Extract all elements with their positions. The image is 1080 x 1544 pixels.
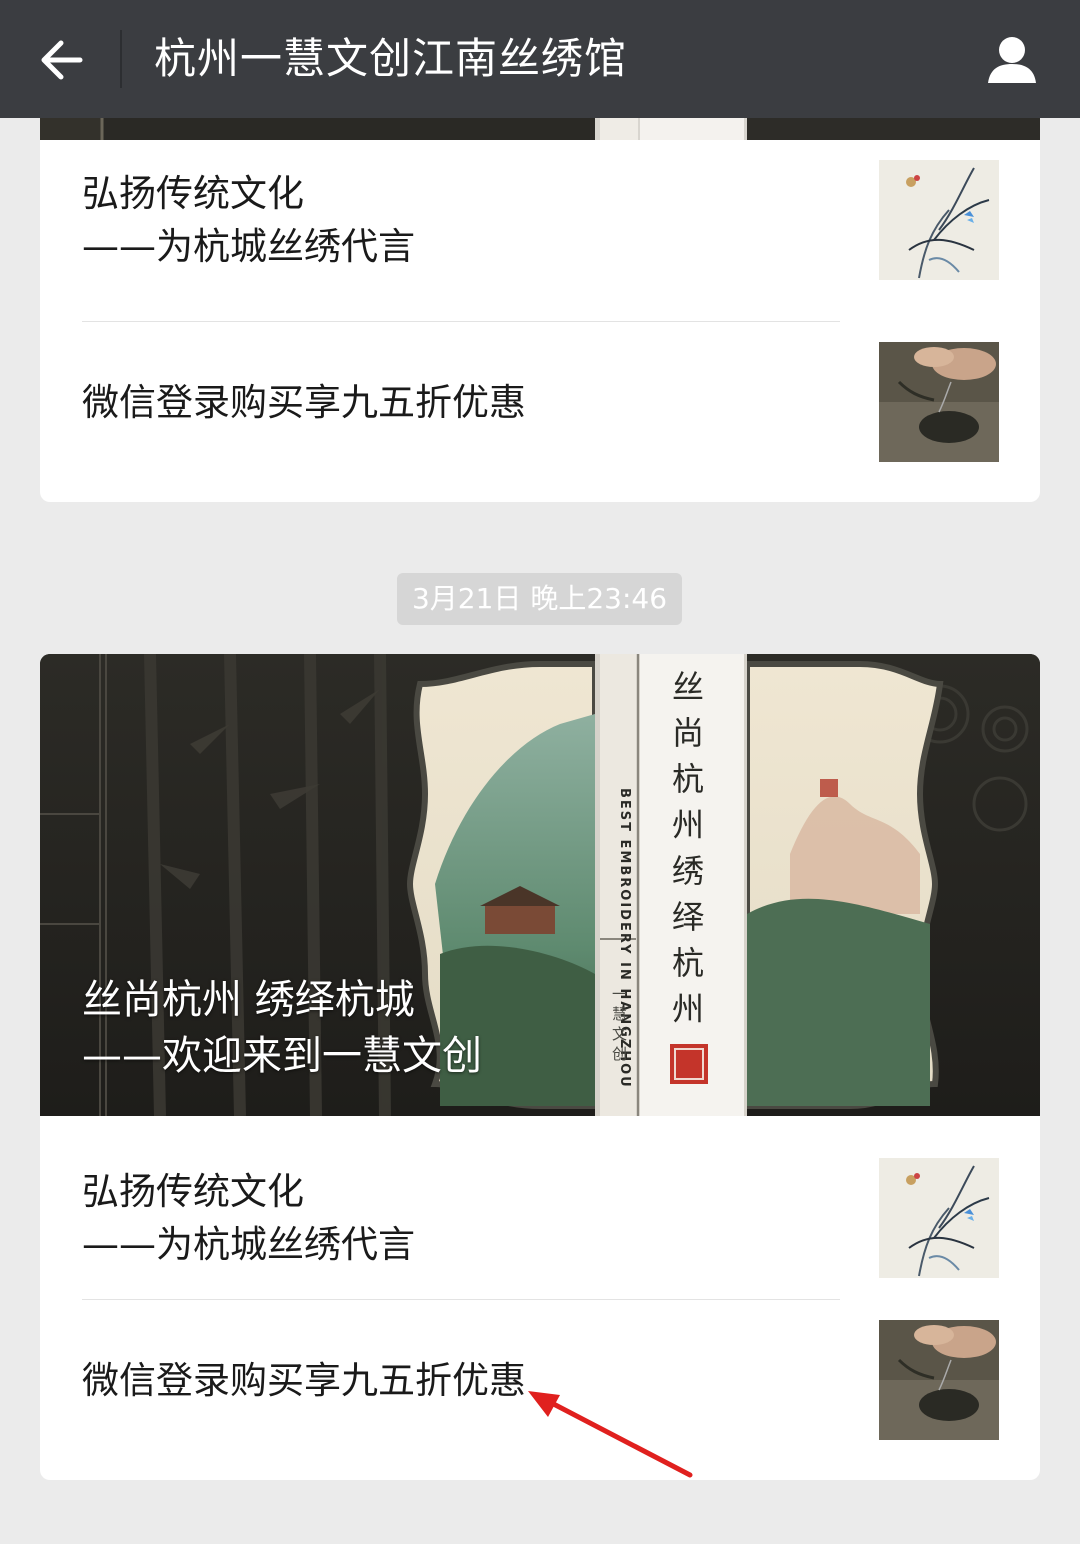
article-card-1: 弘扬传统文化 ——为杭城丝绣代言 微信登录购买享九五折优惠	[40, 100, 1040, 502]
cover-image[interactable]: 丝尚杭州 绣绎杭州 BEST EMBROIDERY IN HANGZHOU 一慧…	[40, 654, 1040, 1116]
list-item[interactable]: 弘扬传统文化 ——为杭城丝绣代言	[40, 140, 1040, 300]
cover-title: 丝尚杭州 绣绎杭城 ——欢迎来到一慧文创	[82, 972, 602, 1084]
item-title: 微信登录购买享九五折优惠	[82, 380, 526, 424]
item-subtitle: ——为杭城丝绣代言	[82, 1223, 415, 1266]
list-item[interactable]: 弘扬传统文化 ——为杭城丝绣代言	[40, 1138, 1040, 1298]
message-timestamp: 3月21日 晚上23:46	[397, 573, 682, 625]
book-spine-text: 丝尚杭州 绣绎杭州	[671, 668, 704, 1028]
item-subtitle: ——为杭城丝绣代言	[82, 225, 415, 268]
item-title: 微信登录购买享九五折优惠	[82, 1358, 526, 1402]
cover-title-line2: ——欢迎来到一慧文创	[82, 1033, 482, 1079]
embroidery-thumbnail	[879, 1320, 999, 1440]
article-card-2: 丝尚杭州 绣绎杭州 BEST EMBROIDERY IN HANGZHOU 一慧…	[40, 654, 1040, 1480]
item-title: 弘扬传统文化	[82, 172, 304, 215]
arrow-left-icon	[41, 40, 83, 80]
list-item[interactable]: 微信登录购买享九五折优惠	[40, 1300, 1040, 1460]
item-title: 弘扬传统文化	[82, 1170, 304, 1213]
header-divider	[120, 30, 122, 88]
embroidery-thumbnail	[879, 342, 999, 462]
page-title: 杭州一慧文创江南丝绣馆	[154, 34, 628, 83]
orchid-thumbnail	[879, 1158, 999, 1278]
cover-title-line1: 丝尚杭州 绣绎杭城	[82, 977, 415, 1023]
book-spine-small: 一慧文创	[612, 985, 628, 1063]
top-navigation-bar: 杭州一慧文创江南丝绣馆	[0, 0, 1080, 118]
back-button[interactable]	[24, 24, 98, 96]
list-item[interactable]: 微信登录购买享九五折优惠	[40, 322, 1040, 482]
profile-button[interactable]	[968, 24, 1056, 96]
orchid-thumbnail	[879, 160, 999, 280]
person-icon	[988, 37, 1036, 83]
